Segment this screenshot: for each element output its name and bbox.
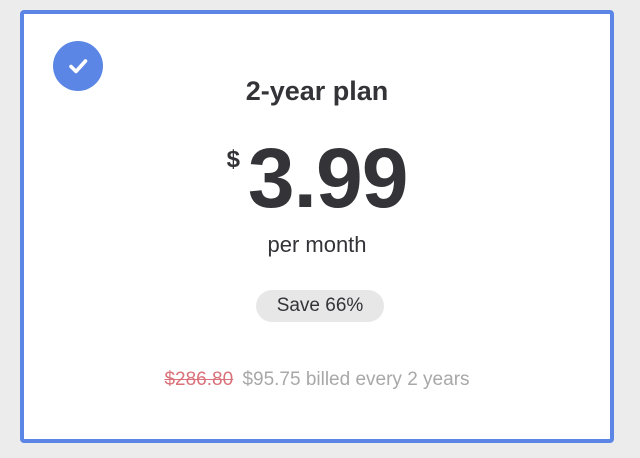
savings-badge: Save 66% — [256, 290, 384, 322]
price: $ 3.99 — [24, 136, 610, 220]
plan-card[interactable]: 2-year plan $ 3.99 per month Save 66% $2… — [20, 10, 614, 443]
price-period: per month — [267, 232, 367, 257]
original-price: $286.80 — [164, 369, 234, 390]
billing-text: $95.75 billed every 2 years — [242, 369, 470, 390]
currency-symbol: $ — [226, 146, 240, 173]
price-amount: 3.99 — [247, 131, 408, 225]
billing-info: $286.80 $95.75 billed every 2 years — [24, 369, 610, 391]
plan-title: 2-year plan — [245, 76, 389, 106]
